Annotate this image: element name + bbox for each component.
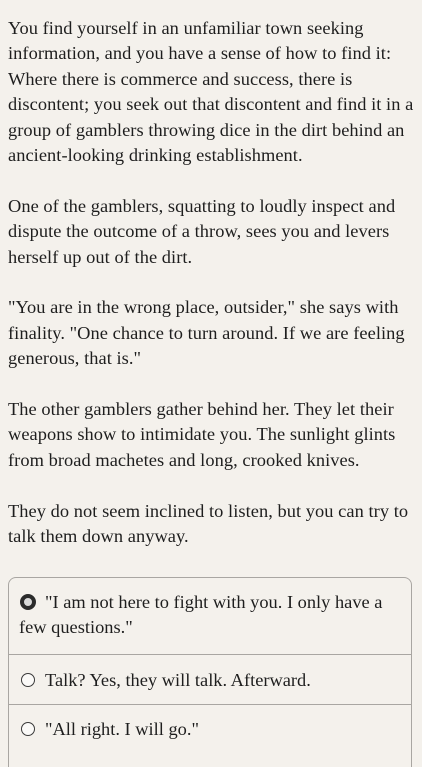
choice-label: "I am not here to fight with you. I only… bbox=[19, 592, 383, 638]
story-paragraph: They do not seem inclined to listen, but… bbox=[8, 500, 409, 547]
story-paragraph: "You are in the wrong place, outsider," … bbox=[8, 297, 405, 369]
radio-empty-icon[interactable] bbox=[21, 722, 35, 736]
story-paragraph: The other gamblers gather behind her. Th… bbox=[8, 399, 396, 470]
choice-label: Talk? Yes, they will talk. Afterward. bbox=[45, 670, 311, 690]
choice-option-2[interactable]: Talk? Yes, they will talk. Afterward. bbox=[9, 654, 411, 704]
choice-option-1[interactable]: "I am not here to fight with you. I only… bbox=[9, 578, 411, 654]
choice-option-3[interactable]: "All right. I will go." bbox=[9, 704, 411, 767]
story-paragraph: One of the gamblers, squatting to loudly… bbox=[8, 195, 396, 267]
choice-label: "All right. I will go." bbox=[45, 719, 199, 739]
radio-selected-icon[interactable] bbox=[20, 594, 36, 610]
choice-list: "I am not here to fight with you. I only… bbox=[8, 577, 412, 767]
story-paragraph: You find yourself in an unfamiliar town … bbox=[8, 18, 414, 166]
story-text: You find yourself in an unfamiliar town … bbox=[8, 16, 414, 549]
radio-empty-icon[interactable] bbox=[21, 673, 35, 687]
